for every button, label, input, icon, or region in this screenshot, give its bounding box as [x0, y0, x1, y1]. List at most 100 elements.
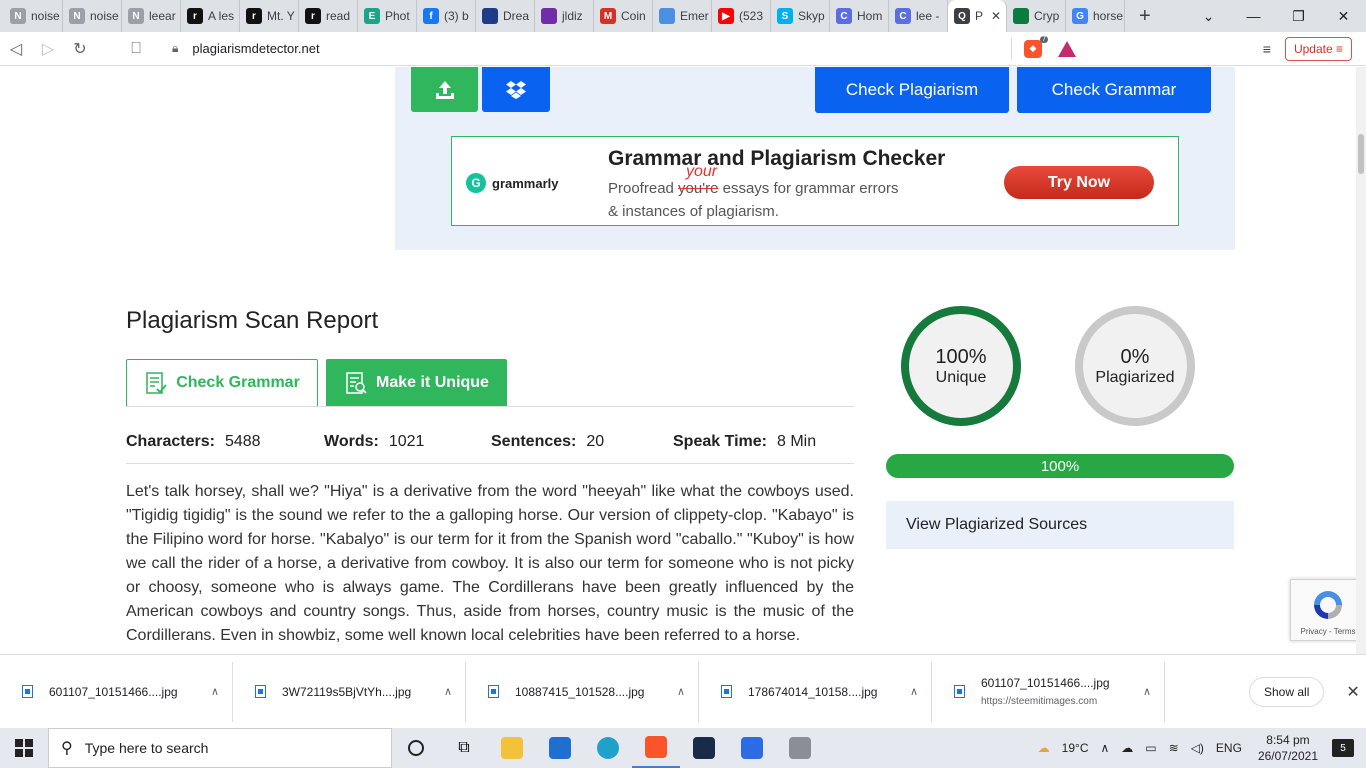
browser-tab[interactable]: Clee - [889, 0, 948, 32]
browser-tab[interactable]: r Mt. Y [240, 0, 299, 32]
mail-icon[interactable] [536, 728, 584, 768]
playlist-icon[interactable]: ≡ [1263, 41, 1271, 57]
browser-tab[interactable]: Nnoise [4, 0, 63, 32]
restore-icon[interactable]: ❐ [1276, 8, 1321, 25]
grammarly-ad[interactable]: G grammarly Grammar and Plagiarism Check… [451, 136, 1179, 226]
check-plagiarism-button[interactable]: Check Plagiarism [815, 67, 1009, 113]
browser-tab[interactable]: Cryp [1007, 0, 1066, 32]
stat-value: 5488 [224, 433, 261, 450]
download-item[interactable]: 10887415_101528....jpg ∧ [466, 661, 699, 722]
chevron-up-icon[interactable]: ∧ [677, 685, 685, 698]
minimize-icon[interactable]: — [1231, 8, 1276, 24]
browser-tab[interactable]: Q P ✕ [948, 0, 1007, 32]
stat-speak-time: Speak Time: 8 Min [673, 433, 816, 451]
chevron-up-icon[interactable]: ∧ [444, 685, 452, 698]
try-now-button[interactable]: Try Now [1004, 166, 1154, 199]
close-downloads-icon[interactable]: ✕ [1346, 682, 1359, 702]
download-item[interactable]: 178674014_10158....jpg ∧ [699, 661, 932, 722]
tab-label: jldiz [562, 9, 583, 23]
clock-time: 8:54 pm [1266, 733, 1310, 747]
tray-chevron-icon[interactable]: ∧ [1100, 741, 1109, 755]
close-window-icon[interactable]: ✕ [1321, 8, 1366, 25]
check-grammar-button[interactable]: Check Grammar [126, 359, 318, 407]
dropbox-button[interactable] [482, 67, 550, 112]
chevron-up-icon[interactable]: ∧ [211, 685, 219, 698]
wifi-icon[interactable]: ≋ [1169, 741, 1179, 755]
task-view-icon[interactable]: ⧉ [440, 728, 488, 768]
image-file-icon [22, 685, 33, 698]
windows-taskbar: ⚲ Type here to search ⧉ ☁ 19°C ∧ ☁ ▭ ≋ ◁… [0, 728, 1366, 768]
sketch-app-icon[interactable] [680, 728, 728, 768]
stat-label: Characters: [126, 433, 215, 450]
tab-label: noise [31, 9, 60, 23]
tab-close-icon[interactable]: ✕ [991, 9, 1001, 23]
start-button[interactable] [0, 728, 48, 768]
wps-writer-icon[interactable] [728, 728, 776, 768]
edge-icon[interactable] [584, 728, 632, 768]
image-file-icon [721, 685, 732, 698]
back-icon[interactable]: ◁ [0, 39, 32, 59]
battery-icon[interactable]: ▭ [1145, 741, 1156, 755]
forward-icon[interactable]: ▷ [32, 39, 64, 59]
update-button[interactable]: Update ≡ [1284, 36, 1352, 61]
brave-taskbar-icon[interactable] [632, 728, 680, 768]
calculator-icon[interactable] [776, 728, 824, 768]
browser-tab[interactable]: S Skyp [771, 0, 830, 32]
bookmark-icon[interactable]: ⎕ [120, 40, 152, 58]
volume-icon[interactable]: ◁) [1191, 741, 1204, 755]
browser-tab[interactable]: f (3) b [417, 0, 476, 32]
new-tab-button[interactable]: + [1139, 5, 1151, 28]
tab-search-icon[interactable]: ⌄ [1186, 8, 1231, 25]
download-item[interactable]: 601107_10151466....jpg https://steemitima… [932, 661, 1165, 722]
scroll-thumb[interactable] [1358, 134, 1364, 174]
reload-icon[interactable]: ↻ [64, 39, 96, 59]
browser-tab[interactable]: C Hom [830, 0, 889, 32]
download-filename: 3W72119s5BjVtYh....jpg [282, 684, 412, 699]
tab-favicon-icon: r [187, 8, 203, 24]
show-all-downloads-button[interactable]: Show all [1249, 676, 1325, 707]
tab-favicon-icon: Q [954, 8, 970, 24]
browser-tab[interactable]: E Phot [358, 0, 417, 32]
upload-button[interactable] [411, 67, 478, 112]
onedrive-icon[interactable]: ☁ [1121, 741, 1133, 755]
page-scrollbar[interactable] [1356, 67, 1366, 654]
file-explorer-icon[interactable] [488, 728, 536, 768]
weather-icon[interactable]: ☁ [1038, 741, 1050, 755]
download-item[interactable]: 3W72119s5BjVtYh....jpg ∧ [233, 661, 466, 722]
stat-label: Sentences: [491, 433, 577, 450]
check-grammar-top-button[interactable]: Check Grammar [1017, 67, 1211, 113]
browser-tab[interactable]: Nleear [122, 0, 181, 32]
browser-tab[interactable]: Ghorse [1066, 0, 1125, 32]
address-bar[interactable]: 🔒︎ plagiarismdetector.net [172, 37, 1012, 60]
dropbox-icon [506, 80, 526, 99]
browser-tab[interactable]: Emer [653, 0, 712, 32]
weather-temp[interactable]: 19°C [1062, 741, 1089, 755]
chevron-up-icon[interactable]: ∧ [910, 685, 918, 698]
browser-tab[interactable]: jldiz [535, 0, 594, 32]
brave-shields-icon[interactable]: ◆ 7 [1024, 35, 1048, 58]
recaptcha-links[interactable]: Privacy - Terms [1301, 627, 1356, 636]
browser-tab[interactable]: ▶ (523 [712, 0, 771, 32]
view-plagiarized-sources-button[interactable]: View Plagiarized Sources [886, 501, 1234, 549]
ad-line1-prefix: Proofread [608, 180, 679, 197]
browser-tab[interactable]: r A les [181, 0, 240, 32]
browser-tab[interactable]: Nnoise [63, 0, 122, 32]
download-filename: 10887415_101528....jpg [515, 684, 645, 699]
language-indicator[interactable]: ENG [1216, 741, 1242, 755]
clock[interactable]: 8:54 pm 26/07/2021 [1258, 732, 1318, 764]
notifications-icon[interactable]: 5 [1332, 739, 1354, 757]
browser-tab[interactable]: M Coin [594, 0, 653, 32]
browser-tab[interactable]: Drea [476, 0, 535, 32]
cortana-icon[interactable] [392, 728, 440, 768]
brave-rewards-icon[interactable] [1058, 40, 1076, 57]
download-item[interactable]: 601107_10151466....jpg ∧ [0, 661, 233, 722]
tab-favicon-icon: M [600, 8, 616, 24]
taskbar-search[interactable]: ⚲ Type here to search [48, 728, 392, 768]
chevron-up-icon[interactable]: ∧ [1143, 685, 1151, 698]
download-filename: 601107_10151466....jpg [981, 676, 1110, 690]
uniqueness-progress-bar: 100% [886, 454, 1234, 478]
recaptcha-badge[interactable]: Privacy - Terms [1290, 579, 1366, 641]
make-unique-button[interactable]: Make it Unique [326, 359, 507, 407]
browser-tab[interactable]: r read [299, 0, 358, 32]
report-title: Plagiarism Scan Report [126, 307, 379, 334]
